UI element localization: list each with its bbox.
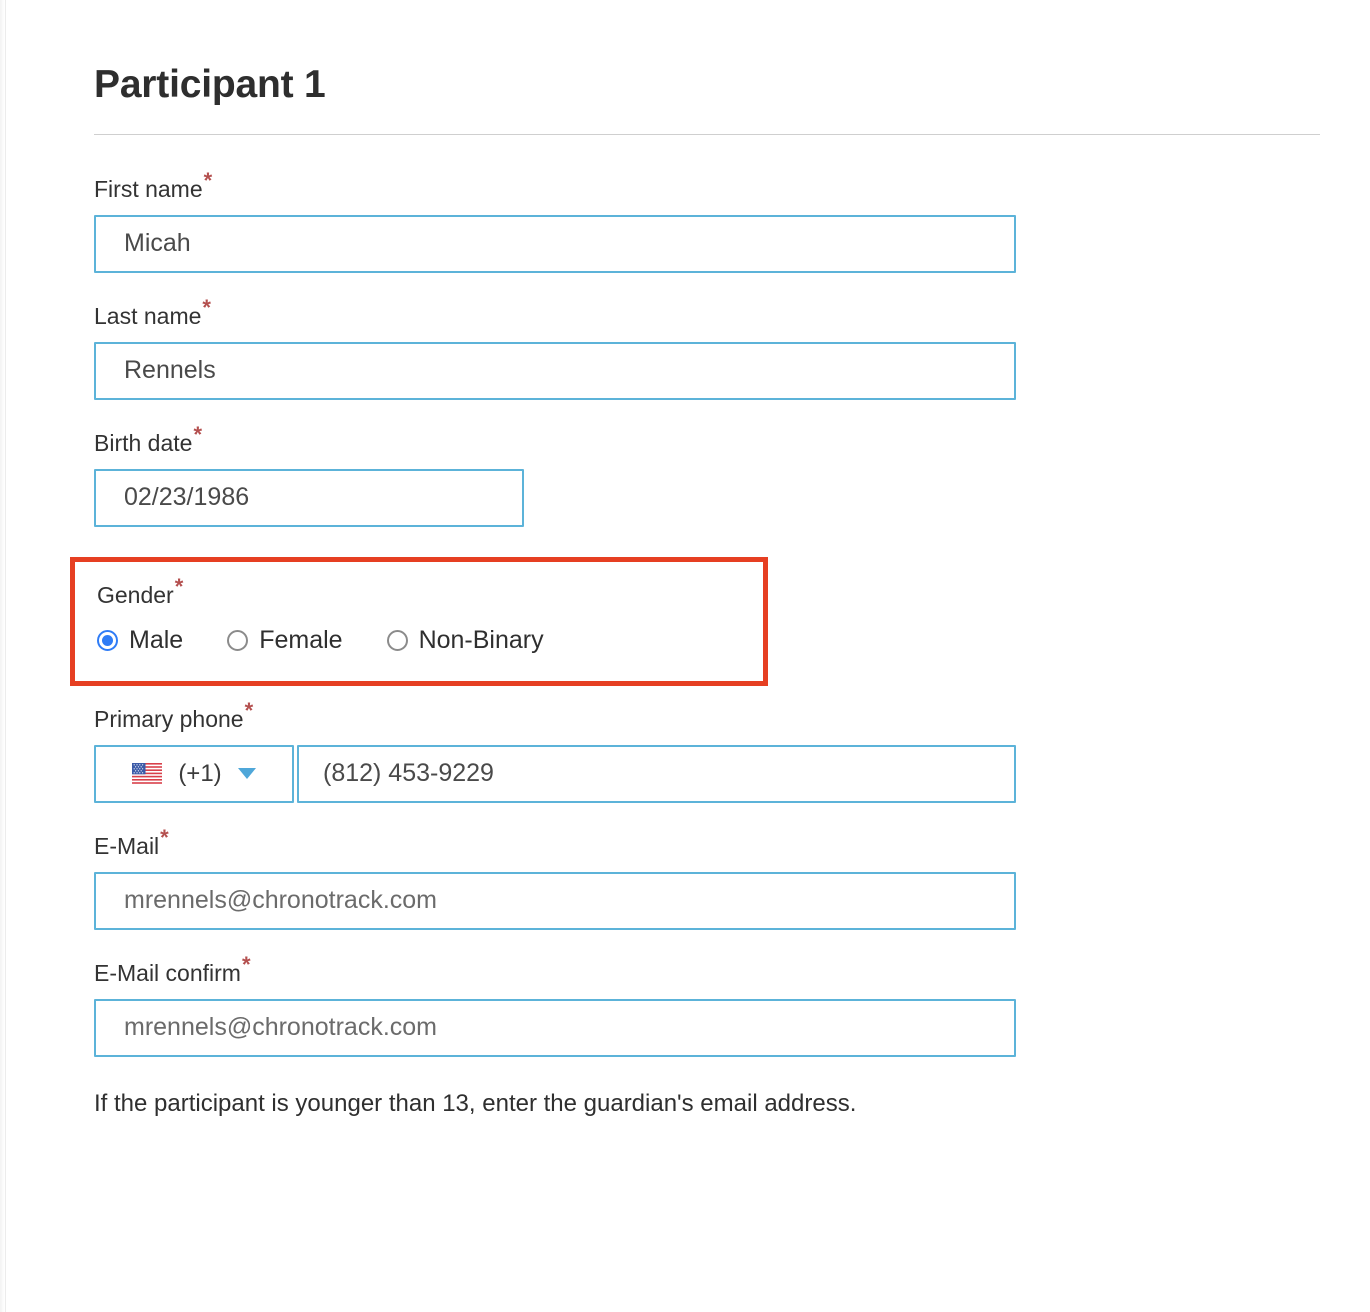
required-asterisk: * [202,295,211,321]
radio-unselected-icon[interactable] [386,629,408,651]
gender-highlight-box: Gender* Male Female Non-Binary [70,556,768,686]
email-label: E-Mail* [94,827,169,859]
primary-phone-row: (+1) (812) 453-9229 [94,744,1370,803]
gender-label-text: Gender [97,581,174,608]
guardian-email-helper-text: If the participant is younger than 13, e… [94,1089,857,1117]
last-name-label: Last name* [94,297,211,329]
primary-phone-label-text: Primary phone [94,705,244,732]
birth-date-label: Birth date* [94,424,202,456]
first-name-label: First name* [94,170,212,202]
last-name-label-text: Last name [94,302,202,329]
gender-label: Gender* [97,576,183,608]
required-asterisk: * [241,952,251,978]
field-last-name: Last name* Rennels [94,297,1370,400]
gender-radio-group: Male Female Non-Binary [97,626,763,655]
gender-option-male[interactable]: Male [97,626,183,655]
chevron-down-icon[interactable] [237,768,256,780]
gender-option-male-label: Male [129,625,184,654]
birth-date-value: 02/23/1986 [124,483,250,512]
email-confirm-label: E-Mail confirm* [94,954,251,986]
first-name-label-text: First name [94,175,203,202]
last-name-input[interactable]: Rennels [94,341,1016,400]
last-name-value: Rennels [124,356,216,385]
radio-selected-icon[interactable] [97,629,118,651]
phone-number-input[interactable]: (812) 453-9229 [297,744,1016,803]
birth-date-label-text: Birth date [94,429,193,456]
field-email-confirm: E-Mail confirm* mrennels@chronotrack.com [94,954,1370,1057]
email-confirm-value: mrennels@chronotrack.com [124,1013,437,1042]
page-title: Participant 1 [94,63,326,106]
first-name-value: Micah [124,229,191,258]
primary-phone-label: Primary phone* [94,700,253,732]
first-name-input[interactable]: Micah [94,214,1016,273]
email-label-text: E-Mail [94,832,160,859]
participant-form: Participant 1 First name* Micah Last nam… [0,0,1370,1118]
email-value: mrennels@chronotrack.com [124,886,437,915]
phone-country-select[interactable]: (+1) [94,744,294,803]
email-confirm-label-text: E-Mail confirm [94,959,241,986]
field-first-name: First name* Micah [94,170,1370,273]
required-asterisk: * [174,574,184,600]
radio-unselected-icon[interactable] [227,629,249,651]
field-email: E-Mail* mrennels@chronotrack.com [94,827,1370,930]
required-asterisk: * [203,168,213,194]
us-flag-icon [132,763,163,785]
phone-number-value: (812) 453-9229 [323,759,494,788]
field-primary-phone: Primary phone* (+1) (812) 453-9229 [94,700,1370,803]
field-birth-date: Birth date* 02/23/1986 [94,424,1370,527]
email-confirm-input[interactable]: mrennels@chronotrack.com [94,998,1016,1057]
gender-option-non-binary-label: Non-Binary [418,625,544,654]
required-asterisk: * [244,698,254,724]
gender-option-female-label: Female [259,625,343,654]
gender-option-non-binary[interactable]: Non-Binary [386,625,544,655]
birth-date-input[interactable]: 02/23/1986 [94,468,524,527]
phone-country-code: (+1) [178,759,222,787]
required-asterisk: * [160,825,169,851]
required-asterisk: * [193,422,203,448]
email-input[interactable]: mrennels@chronotrack.com [94,871,1016,930]
gender-option-female[interactable]: Female [227,625,343,655]
